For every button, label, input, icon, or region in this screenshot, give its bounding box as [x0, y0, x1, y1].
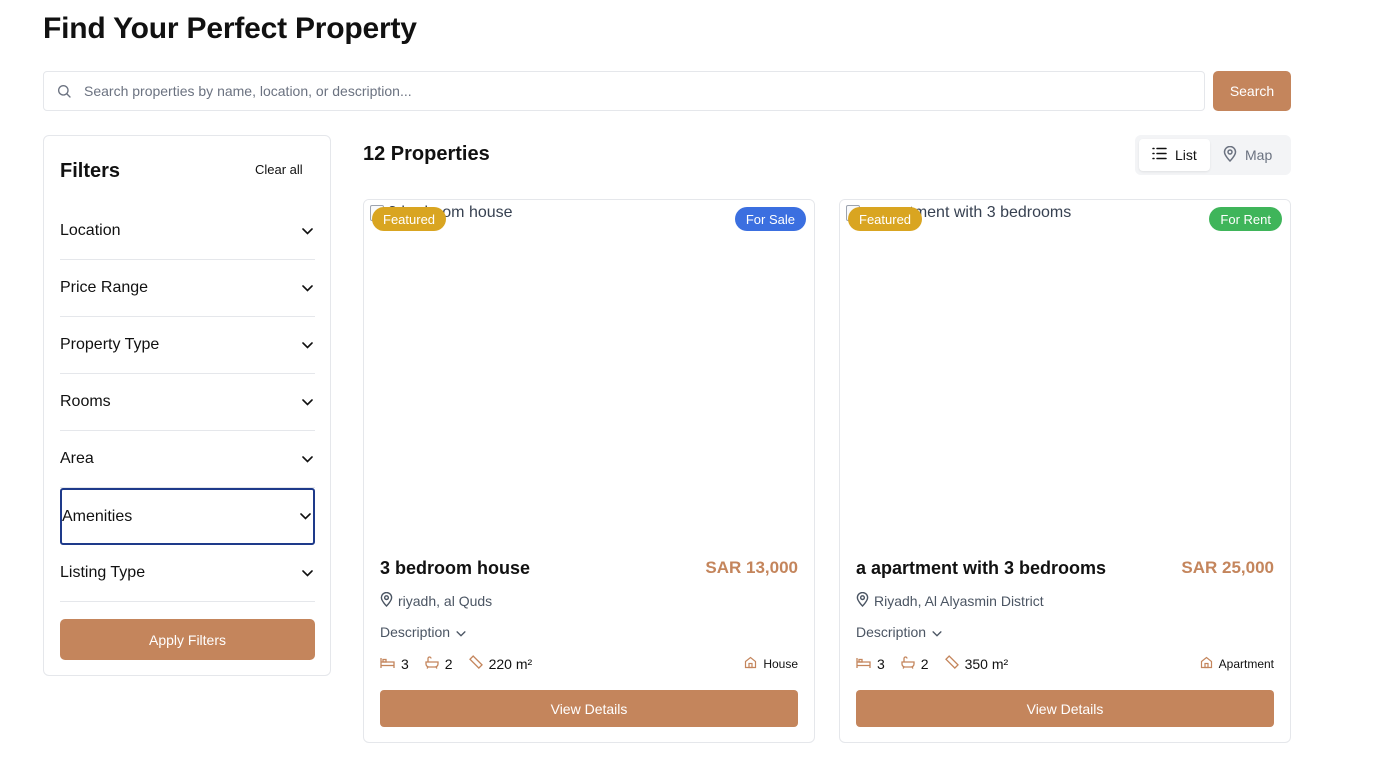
property-location: riyadh, al Quds — [380, 591, 493, 610]
map-pin-icon — [856, 591, 869, 610]
chevron-down-icon — [456, 624, 466, 640]
list-icon — [1152, 147, 1167, 163]
map-pin-icon — [380, 591, 393, 610]
chevron-down-icon — [301, 225, 313, 237]
filter-property-type[interactable]: Property Type — [60, 317, 315, 374]
filter-label: Price Range — [60, 279, 149, 296]
filter-amenities[interactable]: Amenities — [60, 488, 315, 545]
search-bar — [43, 71, 1205, 111]
bathrooms-stat: 2 — [425, 656, 453, 672]
view-toggle: List Map — [1135, 135, 1291, 175]
filter-label: Rooms — [60, 393, 111, 410]
chevron-down-icon — [932, 624, 942, 640]
filter-listing-type[interactable]: Listing Type — [60, 545, 315, 602]
bathrooms-value: 2 — [444, 655, 453, 672]
property-card[interactable]: a apartment with 3 bedrooms Featured For… — [839, 199, 1291, 743]
status-badge: For Rent — [1209, 207, 1282, 231]
filters-title: Filters — [60, 160, 121, 182]
ruler-icon — [468, 655, 483, 672]
location-text: Riyadh, Al Alyasmin District — [874, 593, 1044, 609]
home-icon — [1200, 656, 1213, 672]
filter-label: Location — [60, 222, 121, 239]
bed-icon — [856, 656, 871, 672]
filter-label: Property Type — [60, 336, 160, 353]
chevron-down-icon — [301, 396, 313, 408]
property-image[interactable]: a apartment with 3 bedrooms Featured For… — [840, 200, 1290, 535]
filter-rooms[interactable]: Rooms — [60, 374, 315, 431]
filter-label: Listing Type — [60, 564, 146, 581]
property-image[interactable]: 3 bedroom house Featured For Sale — [364, 200, 814, 535]
property-type: Apartment — [1200, 656, 1274, 672]
chevron-down-icon — [301, 567, 313, 579]
description-toggle[interactable]: Description — [380, 624, 466, 640]
filters-panel: Filters Clear all Location Price Range P… — [43, 135, 331, 676]
featured-badge: Featured — [848, 207, 923, 231]
property-price: SAR 13,000 — [705, 558, 798, 577]
property-type-label: House — [763, 657, 798, 671]
filter-price-range[interactable]: Price Range — [60, 260, 315, 317]
area-stat: 220 m² — [468, 655, 533, 672]
bedrooms-value: 3 — [401, 655, 409, 672]
list-view-button[interactable]: List — [1139, 139, 1210, 171]
filter-location[interactable]: Location — [60, 203, 315, 260]
property-stats: 3 2 220 m² — [380, 655, 548, 672]
area-stat: 350 m² — [944, 655, 1009, 672]
apply-filters-button[interactable]: Apply Filters — [60, 619, 315, 660]
view-details-button[interactable]: View Details — [380, 690, 798, 727]
property-title[interactable]: 3 bedroom house — [380, 558, 530, 579]
search-button[interactable]: Search — [1213, 71, 1291, 111]
bedrooms-value: 3 — [877, 655, 885, 672]
page-title: Find Your Perfect Property — [43, 12, 417, 45]
clear-all-button[interactable]: Clear all — [255, 162, 303, 177]
bed-icon — [380, 656, 395, 672]
chevron-down-icon — [301, 339, 313, 351]
map-pin-icon — [1223, 145, 1237, 165]
bedrooms-stat: 3 — [380, 656, 409, 672]
property-location: Riyadh, Al Alyasmin District — [856, 591, 1044, 610]
location-text: riyadh, al Quds — [398, 593, 493, 609]
description-label: Description — [380, 624, 451, 640]
area-value: 350 m² — [964, 655, 1009, 672]
property-type: House — [744, 656, 798, 672]
property-title[interactable]: a apartment with 3 bedrooms — [856, 558, 1106, 579]
list-view-label: List — [1175, 147, 1197, 163]
view-details-button[interactable]: View Details — [856, 690, 1274, 727]
featured-badge: Featured — [372, 207, 447, 231]
ruler-icon — [944, 655, 959, 672]
area-value: 220 m² — [488, 655, 533, 672]
property-stats: 3 2 350 m² — [856, 655, 1024, 672]
home-icon — [744, 656, 757, 672]
chevron-down-icon — [301, 282, 313, 294]
chevron-down-icon — [301, 453, 313, 465]
filter-label: Area — [60, 450, 94, 467]
status-badge: For Sale — [734, 207, 806, 231]
chevron-down-icon — [299, 511, 311, 523]
bath-icon — [425, 655, 439, 672]
property-price: SAR 25,000 — [1181, 558, 1274, 577]
filter-label: Amenities — [62, 507, 133, 525]
property-type-label: Apartment — [1218, 657, 1274, 671]
filter-area[interactable]: Area — [60, 431, 315, 488]
description-toggle[interactable]: Description — [856, 624, 942, 640]
map-view-label: Map — [1245, 147, 1273, 163]
search-icon — [44, 83, 84, 99]
bedrooms-stat: 3 — [856, 656, 885, 672]
property-card[interactable]: 3 bedroom house Featured For Sale 3 bedr… — [363, 199, 815, 743]
bathrooms-value: 2 — [920, 655, 929, 672]
results-count: 12 Properties — [363, 143, 490, 165]
bathrooms-stat: 2 — [901, 656, 929, 672]
map-view-button[interactable]: Map — [1210, 139, 1285, 171]
description-label: Description — [856, 624, 927, 640]
bath-icon — [901, 655, 915, 672]
search-input[interactable] — [84, 72, 1204, 110]
